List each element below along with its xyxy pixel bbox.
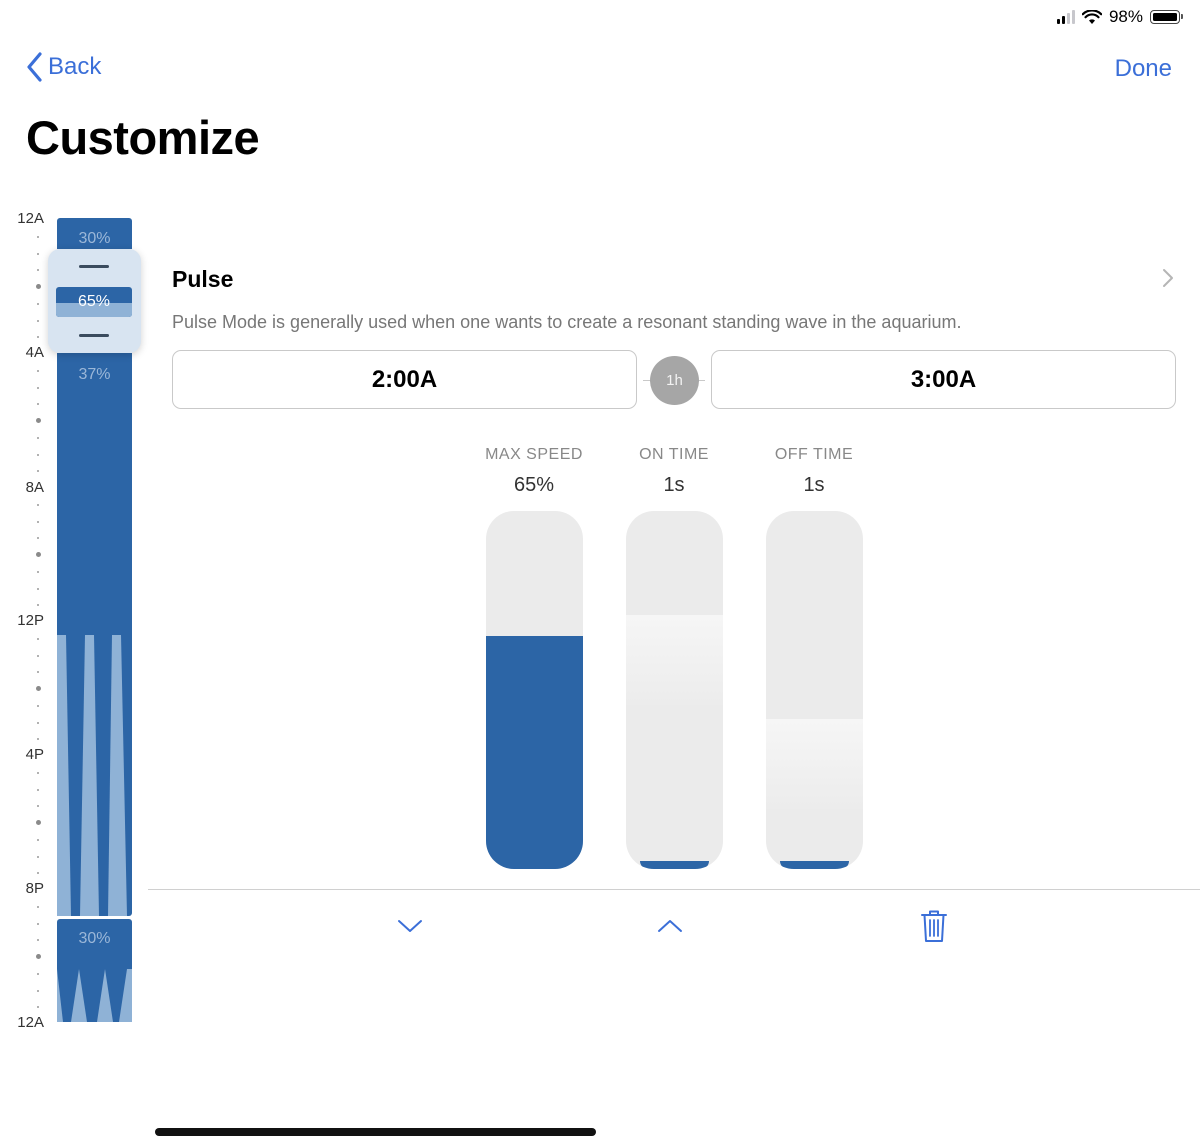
max-speed-title: MAX SPEED bbox=[485, 446, 583, 463]
ruler-tick bbox=[37, 386, 39, 389]
ruler-tick bbox=[37, 972, 39, 975]
delete-button[interactable] bbox=[914, 906, 954, 946]
toolbar-divider bbox=[148, 889, 1200, 890]
drag-handle-top[interactable] bbox=[79, 265, 109, 268]
ruler-tick bbox=[37, 369, 39, 372]
max-speed-value: 65% bbox=[513, 474, 555, 496]
selected-segment-handle[interactable]: 65% bbox=[48, 249, 141, 353]
cellular-signal-icon bbox=[1056, 10, 1075, 24]
ruler-tick bbox=[37, 922, 39, 925]
chevron-down-icon bbox=[398, 920, 422, 932]
ruler-tick bbox=[37, 989, 39, 992]
pulse-pattern bbox=[57, 635, 127, 916]
off-time-slider[interactable] bbox=[766, 511, 863, 869]
ruler-tick bbox=[37, 537, 39, 540]
slider-level bbox=[626, 615, 723, 705]
ruler-tick bbox=[37, 721, 39, 724]
ruler-tick bbox=[36, 686, 41, 691]
segment-label: 30% bbox=[78, 230, 111, 247]
segment-label: 30% bbox=[78, 930, 111, 947]
ruler-tick bbox=[36, 552, 41, 557]
ruler-tick bbox=[37, 503, 39, 506]
ruler-tick bbox=[37, 771, 39, 774]
on-time-slider[interactable] bbox=[626, 511, 723, 869]
battery-icon bbox=[1150, 10, 1183, 24]
hour-label-12a: 12A bbox=[17, 210, 44, 227]
ruler-tick bbox=[37, 520, 39, 523]
trash-icon bbox=[921, 910, 947, 942]
ruler-tick bbox=[37, 738, 39, 741]
on-time-value: 1s bbox=[663, 474, 685, 496]
ruler-tick bbox=[37, 805, 39, 808]
ruler-tick bbox=[37, 704, 39, 707]
ruler-tick bbox=[37, 252, 39, 255]
slider-level bbox=[766, 719, 863, 809]
ruler-tick bbox=[36, 954, 41, 959]
ruler-tick bbox=[37, 855, 39, 858]
end-time-field[interactable]: 3:00A bbox=[711, 350, 1176, 409]
ruler-tick bbox=[37, 671, 39, 674]
ruler-tick bbox=[37, 905, 39, 908]
chevron-left-icon bbox=[27, 52, 42, 82]
ruler-tick bbox=[37, 403, 39, 406]
slider-edge bbox=[766, 859, 863, 869]
hour-label-4p: 4P bbox=[25, 746, 44, 763]
move-up-button[interactable] bbox=[650, 906, 690, 946]
mode-description: Pulse Mode is generally used when one wa… bbox=[172, 312, 962, 332]
ruler-tick bbox=[36, 284, 41, 289]
start-time-field[interactable]: 2:00A bbox=[172, 350, 637, 409]
drag-handle-bottom[interactable] bbox=[79, 334, 109, 337]
timeline-segment[interactable] bbox=[57, 353, 132, 916]
ruler-tick bbox=[37, 587, 39, 590]
slider-fill bbox=[486, 636, 583, 869]
ruler-tick bbox=[37, 436, 39, 439]
page-title: Customize bbox=[26, 111, 260, 164]
ruler-tick bbox=[37, 872, 39, 875]
ruler-tick bbox=[37, 788, 39, 791]
ruler-tick bbox=[37, 235, 39, 238]
mode-name[interactable]: Pulse bbox=[172, 266, 233, 293]
hour-label-4a: 4A bbox=[25, 344, 44, 361]
max-speed-slider[interactable] bbox=[486, 511, 583, 869]
ruler-tick bbox=[36, 418, 41, 423]
segment-label: 37% bbox=[78, 366, 111, 383]
ruler-tick bbox=[37, 302, 39, 305]
done-button[interactable]: Done bbox=[1115, 55, 1172, 83]
home-indicator[interactable] bbox=[155, 1128, 596, 1136]
chevron-right-icon[interactable] bbox=[1162, 268, 1174, 288]
ruler-tick bbox=[37, 654, 39, 657]
off-time-title: OFF TIME bbox=[774, 446, 854, 463]
segment-label: 65% bbox=[77, 293, 111, 310]
battery-percentage: 98% bbox=[1108, 7, 1143, 26]
hour-label-8p: 8P bbox=[25, 880, 44, 897]
ruler-tick bbox=[37, 838, 39, 841]
ruler-tick bbox=[37, 1006, 39, 1009]
ruler-tick bbox=[37, 939, 39, 942]
hour-label-8a: 8A bbox=[25, 479, 44, 496]
off-time-value: 1s bbox=[803, 474, 825, 496]
wifi-icon bbox=[1081, 9, 1102, 24]
hour-label-12p: 12P bbox=[17, 612, 44, 629]
ruler-tick bbox=[37, 470, 39, 473]
ruler-tick bbox=[37, 604, 39, 607]
status-bar: 98% bbox=[1056, 6, 1183, 28]
ruler-tick bbox=[37, 453, 39, 456]
ruler-tick bbox=[37, 336, 39, 339]
selected-segment-preview: 65% bbox=[56, 287, 132, 317]
ruler-tick bbox=[37, 570, 39, 573]
on-time-title: ON TIME bbox=[639, 446, 709, 463]
hour-label-12a-end: 12A bbox=[17, 1014, 44, 1031]
chevron-up-icon bbox=[658, 920, 682, 932]
duration-badge: 1h bbox=[650, 356, 699, 405]
slider-edge bbox=[626, 859, 723, 869]
move-down-button[interactable] bbox=[390, 906, 430, 946]
ruler-tick bbox=[37, 637, 39, 640]
ruler-tick bbox=[36, 820, 41, 825]
back-label: Back bbox=[48, 53, 102, 80]
back-button[interactable]: Back bbox=[26, 52, 101, 82]
ruler-tick bbox=[37, 269, 39, 272]
pulse-pattern bbox=[57, 969, 132, 1022]
ruler-tick bbox=[37, 319, 39, 322]
